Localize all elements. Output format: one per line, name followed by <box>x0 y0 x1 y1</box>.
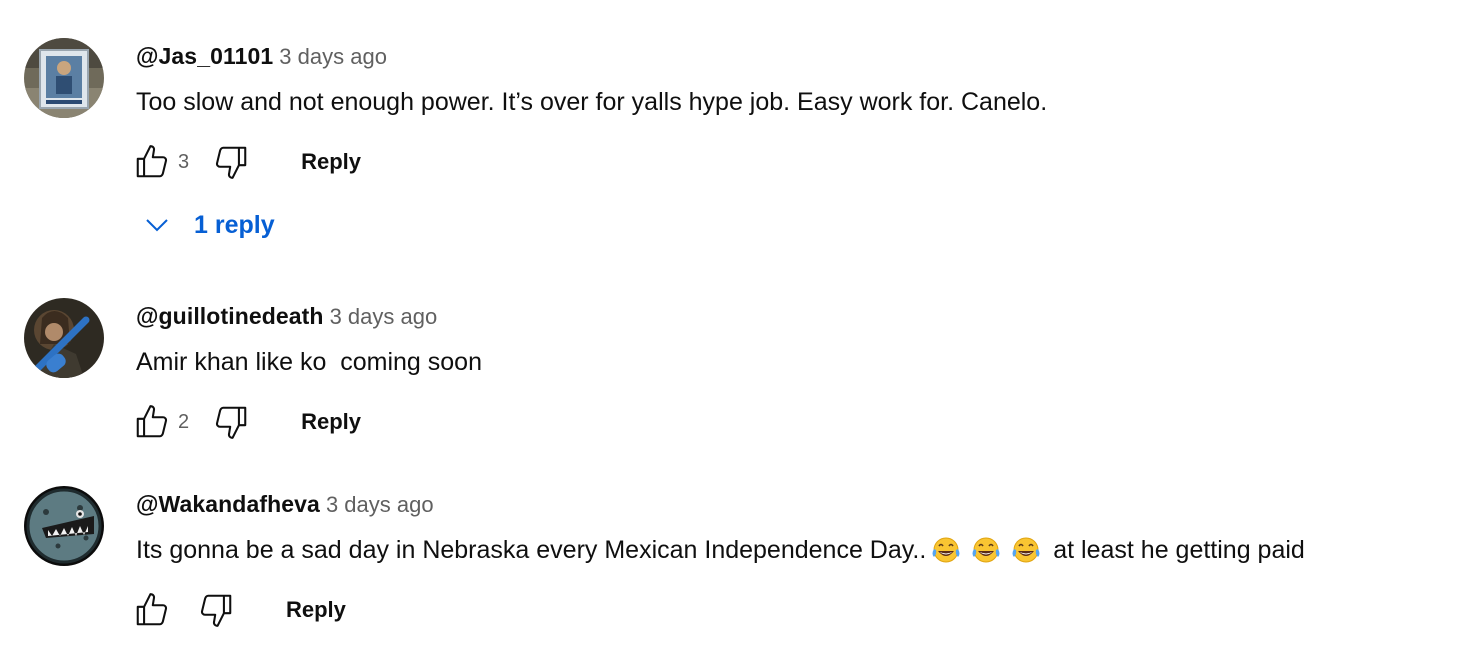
comment-header: @Wakandafheva 3 days ago <box>136 490 434 522</box>
avatar-image <box>24 486 104 566</box>
comment: @Jas_01101 3 days ago Too slow and not en… <box>24 38 1444 268</box>
author-name[interactable]: @Jas_01101 <box>136 43 273 69</box>
comment-header: @guillotinedeath 3 days ago <box>136 302 437 334</box>
comment: @Wakandafheva 3 days ago Its gonna be a s… <box>24 486 1444 636</box>
comment-text: Too slow and not enough power. It’s over… <box>136 88 1048 116</box>
avatar-image <box>24 298 104 378</box>
comment-time[interactable]: 3 days ago <box>330 304 438 329</box>
thumbs-up-icon <box>136 145 168 178</box>
comment-actions: 3 Reply <box>132 142 361 182</box>
like-count: 2 <box>178 410 190 433</box>
thumbs-down-icon <box>216 406 247 439</box>
comment-actions: 2 Reply <box>132 402 361 442</box>
face-with-tears-of-joy-icon <box>972 537 1000 563</box>
dislike-button[interactable] <box>196 590 236 630</box>
reply-button[interactable]: Reply <box>286 597 346 623</box>
face-with-tears-of-joy-icon <box>932 537 960 563</box>
like-button[interactable] <box>132 590 172 630</box>
comment-text: Its gonna be a sad day in Nebraska every… <box>136 534 1305 566</box>
comment: @guillotinedeath 3 days ago Amir khan lik… <box>24 298 1444 448</box>
face-with-tears-of-joy-icon <box>1012 537 1040 563</box>
comment-header: @Jas_01101 3 days ago <box>136 42 387 74</box>
dislike-button[interactable] <box>211 142 251 182</box>
author-name[interactable]: @Wakandafheva <box>136 491 320 517</box>
reply-button[interactable]: Reply <box>301 409 361 435</box>
view-replies-button[interactable]: 1 reply <box>142 210 275 240</box>
comment-actions: Reply <box>132 590 346 630</box>
dislike-button[interactable] <box>211 402 251 442</box>
avatar[interactable] <box>24 298 104 378</box>
comment-text-part: at least he getting paid <box>1046 536 1305 564</box>
like-button[interactable] <box>132 142 172 182</box>
comment-text: Amir khan like ko coming soon <box>136 348 482 376</box>
thumbs-down-icon <box>216 146 247 179</box>
thumbs-up-icon <box>136 405 168 438</box>
chevron-down-icon <box>146 219 168 232</box>
like-button[interactable] <box>132 402 172 442</box>
thumbs-down-icon <box>200 594 232 627</box>
comment-time[interactable]: 3 days ago <box>326 492 434 517</box>
replies-count-label: 1 reply <box>194 210 275 239</box>
like-count: 3 <box>178 150 190 173</box>
avatar[interactable] <box>24 486 104 566</box>
avatar-image <box>24 38 104 118</box>
thumbs-up-icon <box>136 593 168 626</box>
author-name[interactable]: @guillotinedeath <box>136 303 324 329</box>
avatar[interactable] <box>24 38 104 118</box>
reply-button[interactable]: Reply <box>301 149 361 175</box>
comment-text-part: Its gonna be a sad day in Nebraska every… <box>136 536 927 564</box>
comment-time[interactable]: 3 days ago <box>279 44 387 69</box>
